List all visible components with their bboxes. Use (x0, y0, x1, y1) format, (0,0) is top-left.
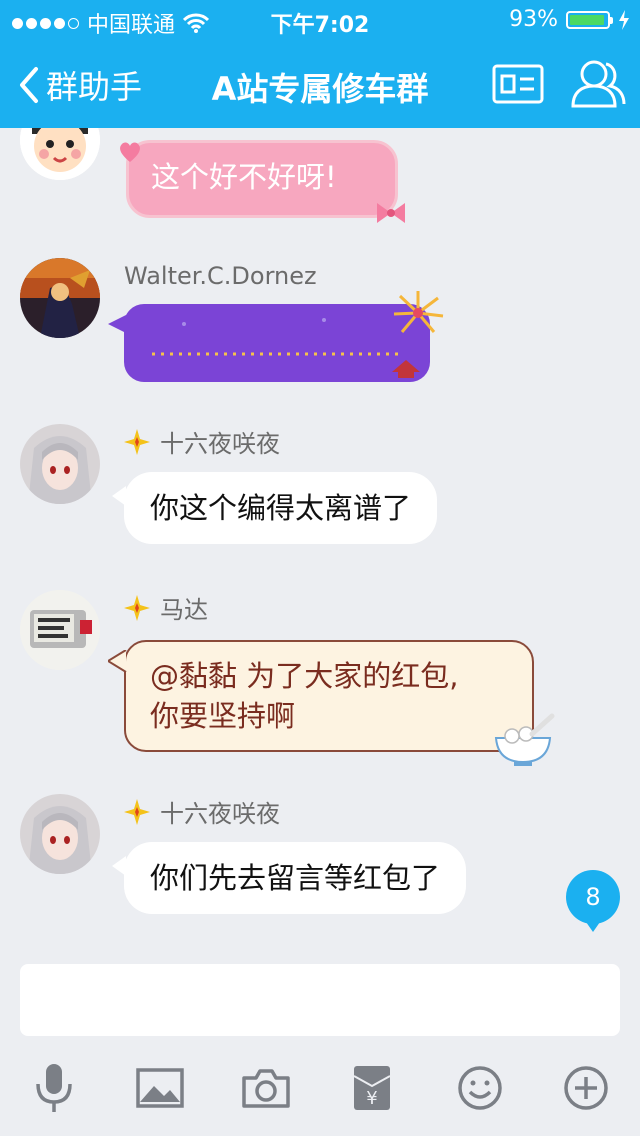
battery-icon (566, 10, 613, 29)
sunset-avatar-image (20, 258, 100, 338)
avatar[interactable] (20, 258, 100, 338)
input-toolbar: ¥ (0, 1052, 640, 1124)
camera-icon (242, 1069, 290, 1108)
group-rank-star-icon (124, 428, 150, 455)
sender-nickname: 马达 (124, 590, 208, 625)
status-bar: 中国联通 下午7:02 93% (0, 0, 640, 40)
plus-icon (564, 1066, 608, 1110)
unread-count-badge[interactable]: 8 (566, 870, 620, 932)
group-card-icon[interactable] (492, 64, 544, 104)
page-title: A站专属修车群 (211, 70, 429, 108)
bubble-tail (108, 650, 127, 672)
group-rank-star-icon (124, 798, 150, 825)
anime-girl-avatar-image (20, 794, 100, 874)
bubble-tail (108, 314, 128, 334)
message-bubble[interactable]: 你们先去留言等红包了 (111, 842, 467, 914)
camera-button[interactable] (240, 1062, 292, 1114)
battery-percent: 93% (509, 7, 558, 32)
sweet-soup-bowl-icon (494, 713, 555, 766)
purple-bubble-pattern (152, 318, 420, 378)
message-text-line: @黏黏 为了大家的红包, (150, 659, 459, 693)
message-input[interactable] (20, 964, 620, 1036)
more-button[interactable] (560, 1062, 612, 1114)
avatar[interactable] (20, 128, 100, 180)
image-button[interactable] (134, 1062, 186, 1114)
avatar[interactable] (20, 794, 100, 874)
emoji-icon (458, 1066, 502, 1110)
message-text: 你们先去留言等红包了 (150, 861, 441, 895)
bubble-heart-decoration-icon (120, 142, 140, 162)
cartoon-avatar-image (20, 128, 100, 180)
message-text: 你这个编得太离谱了 (150, 491, 412, 525)
status-right: 93% (509, 7, 630, 32)
avatar[interactable] (20, 590, 100, 670)
sender-nickname: 十六夜咲夜 (124, 794, 280, 829)
message-text-line: 你要坚持啊 (150, 699, 296, 733)
fireworks-icon (393, 291, 444, 333)
emoji-button[interactable] (454, 1062, 506, 1114)
message-text: 这个好不好呀! (151, 160, 337, 194)
nav-bar: 群助手 A站专属修车群 (0, 40, 640, 128)
message-bubble[interactable]: 你这个编得太离谱了 (111, 472, 438, 544)
sender-nickname: Walter.C.Dornez (124, 262, 317, 290)
chat-area[interactable]: 这个好不好呀! Walter.C.Dornez 十六夜咲夜 你这个编得太离谱了 … (0, 128, 640, 948)
image-icon (136, 1068, 184, 1108)
red-packet-button[interactable]: ¥ (346, 1062, 398, 1114)
microphone-icon (36, 1064, 72, 1112)
message-bubble[interactable]: 这个好不好呀! (126, 140, 398, 218)
voice-button[interactable] (28, 1062, 80, 1114)
message-bubble[interactable]: @黏黏 为了大家的红包, 你要坚持啊 (124, 640, 534, 752)
anime-girl-avatar-image (20, 424, 100, 504)
bubble-bow-decoration-icon (377, 203, 405, 223)
group-members-icon[interactable] (570, 56, 626, 110)
avatar[interactable] (20, 424, 100, 504)
group-rank-star-icon (124, 594, 150, 621)
message-bubble[interactable] (124, 304, 430, 382)
sender-nickname: 十六夜咲夜 (124, 424, 280, 459)
red-packet-icon: ¥ (353, 1066, 391, 1110)
motor-avatar-image (20, 590, 100, 670)
svg-text:¥: ¥ (366, 1088, 377, 1109)
charging-icon (619, 9, 629, 30)
